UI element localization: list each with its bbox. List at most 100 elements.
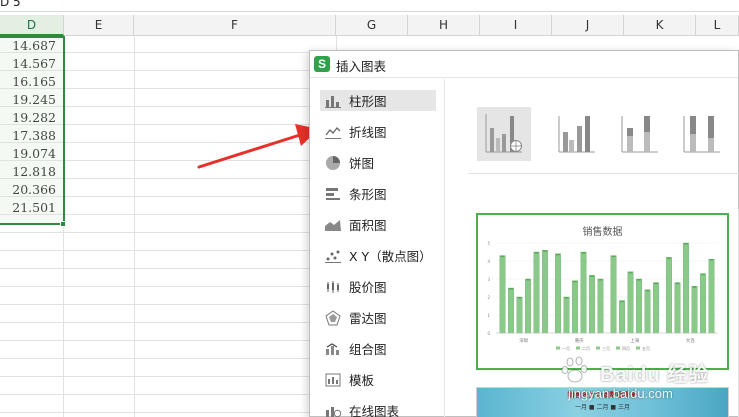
chart-bar bbox=[666, 257, 672, 334]
legend-swatch bbox=[596, 346, 600, 350]
column-header-f[interactable]: F bbox=[134, 15, 336, 36]
chart-category-list: 柱形图 折线图 饼图 条形图 面积图 X Y（散点图） 股价图 雷达图 组合图 … bbox=[310, 79, 445, 417]
legend-label: 四月 bbox=[622, 346, 630, 351]
chart-bar-cap bbox=[611, 255, 616, 258]
watermark-brand: Baidu 经验 bbox=[600, 364, 710, 386]
legend-label: 一月 bbox=[562, 346, 570, 351]
chart-bar bbox=[674, 282, 681, 334]
legend-label: 五月 bbox=[642, 346, 650, 351]
category-label: 深圳 bbox=[519, 337, 528, 344]
category-label: 大连 bbox=[686, 337, 695, 344]
watermark-url: jingyan.baidu.com bbox=[568, 386, 673, 401]
category-label: 折线图 bbox=[349, 125, 387, 140]
variant-column-2[interactable] bbox=[550, 107, 604, 161]
category-radar-chart[interactable]: 雷达图 bbox=[320, 307, 436, 328]
chart-bar-cap bbox=[620, 300, 624, 303]
chart-preview-card[interactable]: 销售数据 5 4 3 2 1 0 深圳 重庆 上海 大连 一月 二月 三月 四月 五月 bbox=[476, 213, 729, 370]
chart-bar-cap bbox=[709, 259, 714, 261]
chart-bar bbox=[653, 282, 659, 334]
chart-bar bbox=[636, 278, 642, 334]
chart-bar-cap bbox=[684, 243, 688, 245]
column-header-d[interactable]: D bbox=[0, 15, 64, 36]
baidu-paw-icon bbox=[561, 356, 588, 383]
wps-logo-icon: S bbox=[314, 56, 330, 72]
legend-swatch bbox=[636, 346, 640, 350]
fill-handle[interactable] bbox=[60, 221, 66, 227]
chart-bar-cap bbox=[692, 286, 697, 288]
legend-swatch bbox=[616, 346, 620, 350]
chart-bar bbox=[610, 255, 617, 334]
chart-bar bbox=[691, 286, 698, 334]
chart-bar-cap bbox=[645, 289, 650, 292]
category-label: 条形图 bbox=[349, 187, 387, 202]
legend-swatch bbox=[576, 346, 580, 350]
category-horizontal-bar-chart[interactable]: 条形图 bbox=[320, 183, 436, 204]
horizontal-bar-icon bbox=[323, 186, 343, 202]
chart-bar bbox=[508, 287, 514, 334]
chart-bar-cap bbox=[500, 255, 505, 258]
category-label: 柱形图 bbox=[349, 94, 387, 109]
baidu-watermark: Baidu 经验 jingyan.baidu.com bbox=[560, 356, 735, 414]
chart-bar-cap bbox=[573, 280, 577, 283]
preview-chart-canvas: 5 4 3 2 1 0 深圳 重庆 上海 大连一月 二月 三月 四月 五月 bbox=[487, 241, 718, 351]
category-template[interactable]: 模板 bbox=[320, 369, 436, 390]
chart-bar bbox=[563, 296, 570, 334]
chart-bar-cap bbox=[534, 252, 539, 254]
axis-tick-label: 3 bbox=[487, 277, 490, 282]
chart-bar bbox=[708, 259, 715, 334]
divider bbox=[468, 173, 739, 174]
bar-chart-icon bbox=[323, 93, 343, 109]
variant-percent-stacked-column[interactable] bbox=[675, 107, 729, 161]
chart-bar bbox=[516, 296, 523, 334]
chart-bar-cap bbox=[628, 271, 633, 274]
axis-tick-label: 5 bbox=[487, 241, 490, 246]
chart-bar bbox=[542, 249, 548, 334]
category-label: 股价图 bbox=[349, 280, 387, 295]
chart-bar bbox=[619, 300, 625, 334]
axis-tick-label: 4 bbox=[487, 259, 490, 264]
radar-chart-icon bbox=[323, 309, 343, 326]
category-combo-chart[interactable]: 组合图 bbox=[320, 338, 436, 359]
chart-bar bbox=[597, 278, 604, 334]
legend-swatch bbox=[556, 346, 560, 350]
formula-bar-strip: D 5 bbox=[0, 0, 739, 12]
chart-bar bbox=[525, 278, 531, 334]
column-header-l[interactable]: L bbox=[696, 15, 739, 36]
category-pie-chart[interactable]: 饼图 bbox=[320, 152, 436, 173]
category-label: 组合图 bbox=[349, 342, 387, 357]
column-header-h[interactable]: H bbox=[408, 15, 480, 36]
chart-bar bbox=[499, 255, 506, 334]
annotation-arrow-icon bbox=[197, 124, 319, 169]
category-area-chart[interactable]: 面积图 bbox=[320, 214, 436, 235]
column-header-j[interactable]: J bbox=[552, 15, 624, 36]
chart-bar bbox=[627, 271, 634, 334]
variant-clustered-column[interactable] bbox=[477, 107, 531, 161]
column-header-g[interactable]: G bbox=[336, 15, 408, 36]
column-header-i[interactable]: I bbox=[480, 15, 552, 36]
pie-chart-icon bbox=[323, 155, 343, 171]
axis-tick-label: 2 bbox=[487, 295, 490, 300]
category-line-chart[interactable]: 折线图 bbox=[320, 121, 436, 142]
dialog-title-bar[interactable]: S 插入图表 bbox=[310, 51, 738, 78]
category-label: 模板 bbox=[349, 373, 375, 388]
dialog-title: 插入图表 bbox=[336, 59, 387, 74]
combo-chart-icon bbox=[323, 341, 343, 357]
chart-bar-cap bbox=[654, 282, 658, 285]
column-header-e[interactable]: E bbox=[64, 15, 134, 36]
chart-bar-cap bbox=[675, 282, 680, 285]
axis-tick-label: 1 bbox=[487, 313, 490, 318]
variant-stacked-column[interactable] bbox=[613, 107, 667, 161]
chart-bar bbox=[700, 273, 706, 334]
percent-stacked-column-thumbnail-icon bbox=[683, 116, 720, 153]
top-strip-text: D 5 bbox=[0, 0, 21, 9]
category-stock-chart[interactable]: 股价图 bbox=[320, 276, 436, 297]
category-online-chart[interactable]: 在线图表 bbox=[320, 400, 436, 417]
axis-tick-label: 0 bbox=[487, 331, 490, 336]
online-chart-icon bbox=[323, 403, 343, 417]
chart-bar-cap bbox=[556, 253, 560, 256]
column-header-k[interactable]: K bbox=[624, 15, 696, 36]
chart-bar-cap bbox=[581, 252, 586, 254]
category-scatter-chart[interactable]: X Y（散点图） bbox=[320, 245, 436, 266]
chart-bar bbox=[589, 275, 595, 334]
category-bar-chart[interactable]: 柱形图 bbox=[320, 90, 436, 111]
